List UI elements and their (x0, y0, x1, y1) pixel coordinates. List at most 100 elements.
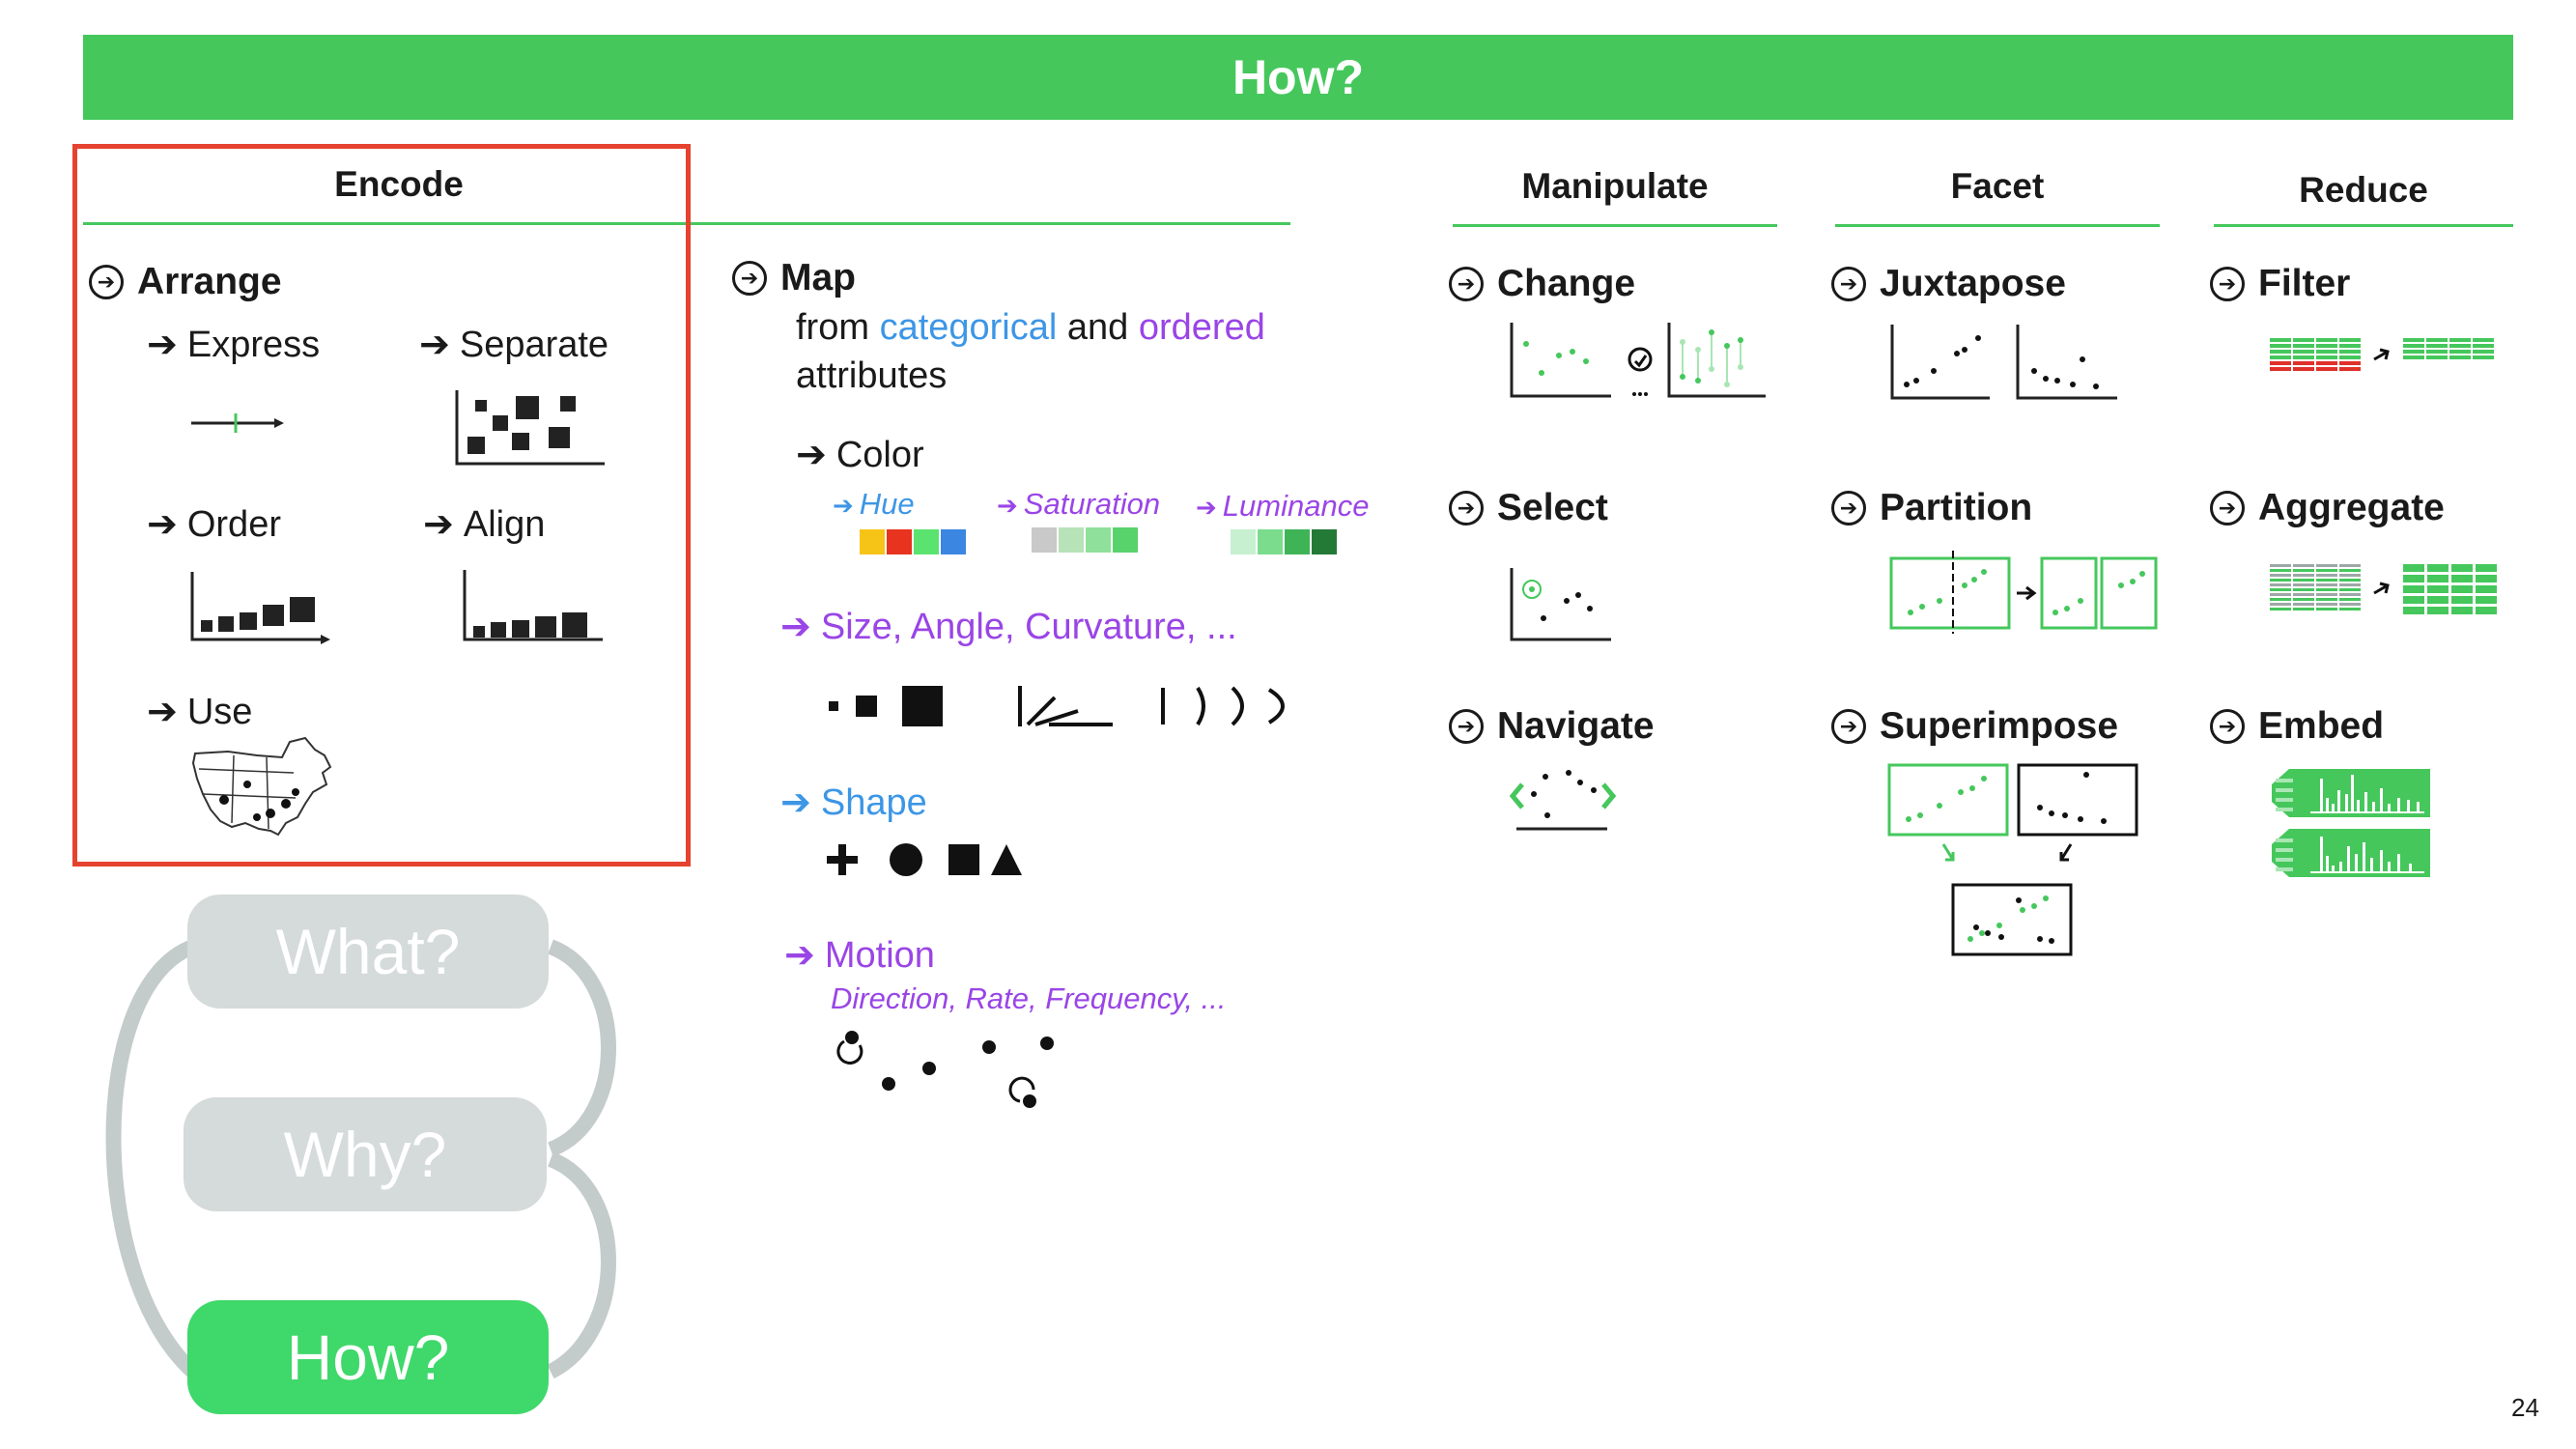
filter-table-cell (2316, 338, 2337, 342)
aggregate-result-cell (2403, 575, 2424, 582)
filter-table-cell (2270, 338, 2291, 342)
select-icon (1510, 568, 1611, 641)
change-item: ➔ Change (1449, 263, 1635, 305)
aggregate-table-cell (2293, 593, 2314, 596)
color-label: Color (835, 435, 924, 475)
size-angle-label: Size, Angle, Curvature, ... (820, 607, 1237, 647)
filter-result-cell (2403, 338, 2424, 342)
filter-icon (2270, 338, 2494, 371)
aggregate-table-cell (2270, 569, 2291, 572)
motion-icons (836, 1031, 1054, 1108)
aggregate-table-cell (2293, 574, 2314, 577)
filter-result-cell (2426, 355, 2448, 359)
aggregate-result-cell (2476, 564, 2497, 572)
arrange-item: ➔ Arrange (89, 261, 282, 303)
facet-rule (1835, 224, 2160, 227)
aggregate-table-cell (2293, 569, 2314, 572)
aggregate-table-cell (2293, 603, 2314, 606)
saturation-swatches (1032, 527, 1138, 553)
select-label: Select (1497, 487, 1608, 528)
aggregate-result-cell (2403, 596, 2424, 604)
luminance-swatch (1258, 529, 1283, 554)
arrow-icon: ➔ (833, 491, 854, 520)
aggregate-table-cell (2293, 564, 2314, 567)
aggregate-table-cell (2316, 574, 2337, 577)
aggregate-table-cell (2339, 564, 2361, 567)
aggregate-table-cell (2316, 564, 2337, 567)
aggregate-table-cell (2339, 598, 2361, 601)
aggregate-result-cell (2427, 596, 2449, 604)
nav-what-pill[interactable]: What? (187, 895, 549, 1009)
arrow-icon: ➔ (147, 325, 178, 365)
luminance-swatches (1231, 529, 1337, 554)
manipulate-rule (1453, 224, 1777, 227)
aggregate-result-cell (2427, 585, 2449, 593)
arrow-icon: ➔ (147, 692, 178, 732)
filter-table-cell (2339, 361, 2361, 365)
aggregate-table-cell (2316, 588, 2337, 591)
navigate-icon (1509, 770, 1617, 831)
filter-table-cell (2316, 367, 2337, 371)
aggregate-table-cell (2270, 593, 2291, 596)
arrow-icon: ➔ (423, 504, 454, 545)
aggregate-result-cell (2403, 585, 2424, 593)
arrow-icon (2373, 582, 2390, 595)
filter-table-cell (2339, 350, 2361, 354)
align-item: ➔ Align (423, 502, 545, 546)
aggregate-table-cell (2316, 603, 2337, 606)
hue-label: ➔ Hue (833, 487, 915, 522)
use-item: ➔ Use (147, 690, 252, 733)
aggregate-table-cell (2293, 598, 2314, 601)
superimpose-item: ➔ Superimpose (1831, 705, 2118, 748)
size-angle-item: ➔ Size, Angle, Curvature, ... (780, 605, 1237, 648)
hue-swatch (860, 529, 885, 554)
arrow-circle-icon: ➔ (732, 261, 767, 296)
aggregate-table-cell (2270, 574, 2291, 577)
aggregate-result-cell (2427, 607, 2449, 614)
aggregate-table-cell (2339, 593, 2361, 596)
aggregate-table-cell (2339, 574, 2361, 577)
filter-result-cell (2426, 350, 2448, 354)
arrow-icon: ➔ (780, 782, 811, 823)
filter-table-cell (2270, 350, 2291, 354)
nav-why-pill[interactable]: Why? (184, 1097, 547, 1211)
luminance-label: ➔ Luminance (1196, 489, 1369, 524)
motion-subtitle: Direction, Rate, Frequency, ... (831, 981, 1227, 1015)
aggregate-table-cell (2270, 603, 2291, 606)
filter-table-cell (2293, 344, 2314, 348)
luminance-swatch (1231, 529, 1256, 554)
filter-result-cell (2403, 355, 2424, 359)
filter-result-cell (2449, 350, 2471, 354)
aggregate-table-cell (2316, 598, 2337, 601)
map-item: ➔ Map (732, 257, 856, 299)
reduce-rule (2214, 224, 2513, 227)
filter-result-cell (2403, 344, 2424, 348)
filter-result-cell (2473, 355, 2494, 359)
saturation-swatch (1059, 527, 1084, 553)
filter-item: ➔ Filter (2210, 263, 2350, 305)
and-text: and (1066, 307, 1129, 348)
aggregate-table-cell (2293, 579, 2314, 582)
aggregate-table-cell (2316, 579, 2337, 582)
aggregate-label: Aggregate (2258, 487, 2445, 528)
nav-how-pill[interactable]: How? (187, 1300, 549, 1414)
change-icon (1510, 323, 1766, 398)
order-item: ➔ Order (147, 502, 281, 546)
aggregate-icon (2270, 564, 2497, 614)
aggregate-table-cell (2339, 588, 2361, 591)
aggregate-table-cell (2339, 583, 2361, 586)
navigate-label: Navigate (1497, 705, 1655, 747)
embed-icon (2272, 769, 2430, 877)
filter-result-cell (2473, 338, 2494, 342)
filter-result-cell (2426, 338, 2448, 342)
arrow-icon: ➔ (147, 504, 178, 545)
aggregate-table-cell (2270, 598, 2291, 601)
filter-table-cell (2316, 350, 2337, 354)
juxtapose-item: ➔ Juxtapose (1831, 263, 2066, 305)
arrow-circle-icon: ➔ (1449, 267, 1484, 301)
arrow-icon: ➔ (796, 435, 827, 475)
filter-table-cell (2316, 355, 2337, 359)
filter-table-cell (2339, 355, 2361, 359)
categorical-text: categorical (879, 307, 1058, 348)
arrow-circle-icon: ➔ (2210, 709, 2245, 744)
